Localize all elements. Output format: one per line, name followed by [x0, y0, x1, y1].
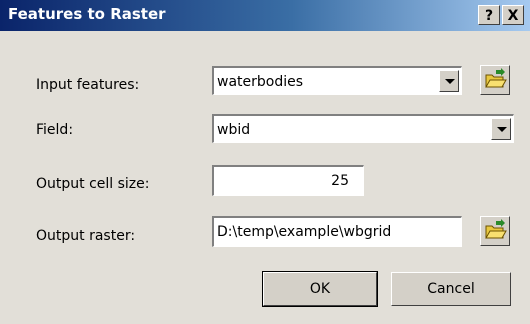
input-features-label: Input features:: [36, 77, 140, 93]
input-features-value: waterbodies: [217, 74, 304, 90]
input-features-combobox[interactable]: waterbodies: [212, 66, 462, 95]
features-to-raster-dialog: Features to Raster ? X Input features: w…: [0, 0, 530, 324]
title-bar[interactable]: Features to Raster ? X: [0, 0, 530, 31]
chevron-down-icon: [497, 127, 507, 132]
help-button[interactable]: ?: [478, 5, 500, 25]
field-combobox[interactable]: wbid: [212, 114, 514, 143]
browse-input-button[interactable]: [480, 65, 510, 95]
field-dropdown-button[interactable]: [491, 118, 511, 140]
open-folder-icon: [485, 219, 507, 239]
cancel-button[interactable]: Cancel: [391, 272, 511, 306]
cell-size-value: 25: [331, 173, 349, 189]
window-title: Features to Raster: [8, 5, 166, 23]
close-button[interactable]: X: [502, 5, 524, 25]
input-features-dropdown-button[interactable]: [439, 70, 459, 92]
ok-button[interactable]: OK: [262, 271, 378, 307]
field-label: Field:: [36, 122, 74, 138]
cell-size-input[interactable]: 25: [212, 165, 364, 196]
chevron-down-icon: [445, 79, 455, 84]
field-value: wbid: [217, 122, 251, 138]
output-raster-label: Output raster:: [36, 228, 136, 244]
output-raster-value: D:\temp\example\wbgrid: [217, 224, 392, 240]
browse-output-button[interactable]: [480, 216, 510, 246]
cell-size-label: Output cell size:: [36, 176, 150, 192]
open-folder-icon: [485, 68, 507, 88]
output-raster-input[interactable]: D:\temp\example\wbgrid: [212, 216, 462, 247]
